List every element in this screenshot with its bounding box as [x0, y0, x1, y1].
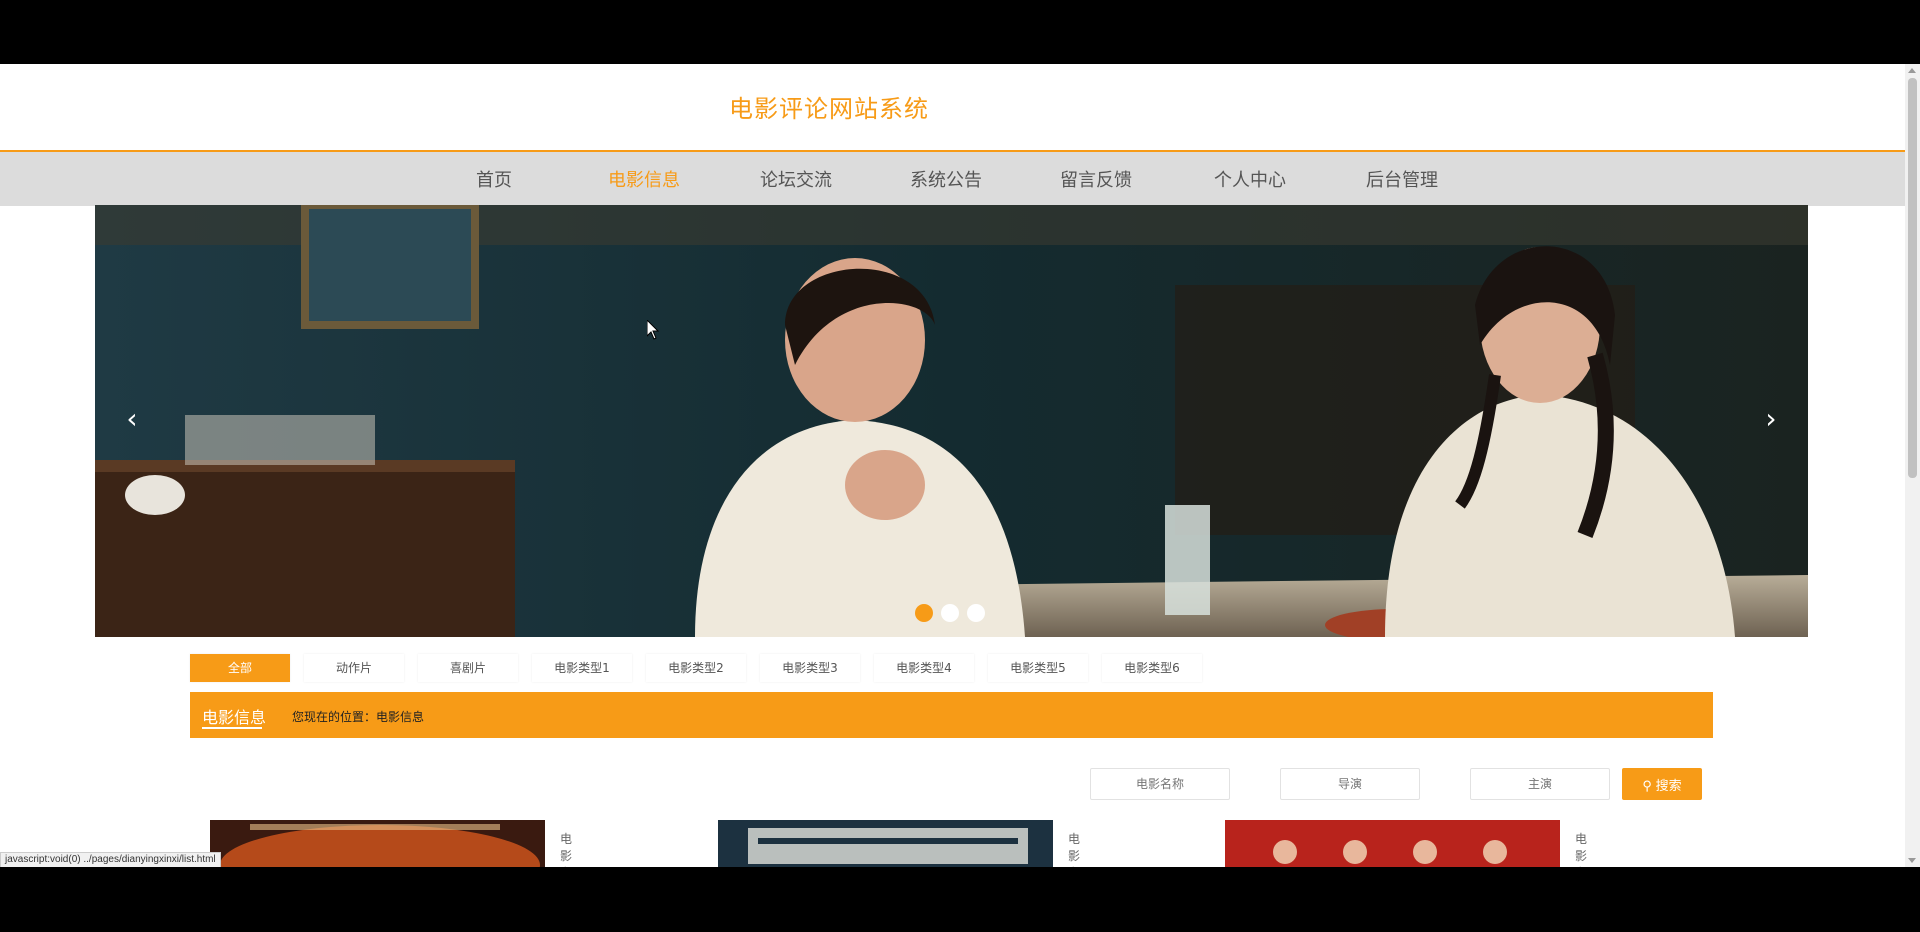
nav-home[interactable]: 首页	[476, 166, 512, 192]
movie-poster[interactable]	[1225, 820, 1560, 867]
nav-personal-center[interactable]: 个人中心	[1214, 166, 1286, 192]
banner-next-button[interactable]: ›	[1756, 401, 1786, 437]
banner-dot[interactable]	[941, 604, 959, 622]
breadcrumb-title: 电影信息	[202, 708, 267, 727]
site-title[interactable]: 电影评论网站系统	[729, 89, 929, 124]
banner-prev-button[interactable]: ‹	[117, 401, 147, 437]
poster-image	[718, 820, 1053, 867]
main-nav: 首页 电影信息 论坛交流 系统公告 留言反馈 个人中心 后台管理	[0, 150, 1905, 206]
nav-feedback[interactable]: 留言反馈	[1060, 166, 1132, 192]
search-button-label: 搜索	[1655, 777, 1682, 793]
scroll-up-icon[interactable]	[1908, 68, 1916, 73]
poster-image	[1225, 820, 1560, 867]
category-tab[interactable]: 电影类型3	[760, 654, 860, 682]
scrollbar-thumb[interactable]	[1908, 78, 1917, 478]
movie-name-search-input[interactable]	[1090, 768, 1230, 800]
browser-status-bar: javascript:void(0) ../pages/dianyingxinx…	[0, 852, 221, 867]
category-tab-all[interactable]: 全部	[190, 654, 290, 682]
search-button[interactable]: ⚲ 搜索	[1622, 768, 1702, 800]
scroll-down-icon[interactable]	[1908, 858, 1916, 863]
category-tab[interactable]: 电影类型1	[532, 654, 632, 682]
category-tab[interactable]: 动作片	[304, 654, 404, 682]
category-tab[interactable]: 电影类型2	[646, 654, 746, 682]
breadcrumb-location: 您现在的位置：电影信息	[292, 710, 425, 724]
chevron-right-icon: ›	[1765, 402, 1777, 435]
actor-search-input[interactable]	[1470, 768, 1610, 800]
category-tab[interactable]: 电影类型6	[1102, 654, 1202, 682]
category-tab[interactable]: 电影类型5	[988, 654, 1088, 682]
movie-name[interactable]: 电影名称2	[1068, 830, 1080, 867]
search-icon: ⚲	[1642, 777, 1652, 793]
mouse-cursor-icon	[647, 320, 660, 340]
movie-poster[interactable]	[210, 820, 545, 867]
breadcrumb: 电影信息 您现在的位置：电影信息	[190, 692, 1713, 738]
banner-dot[interactable]	[915, 604, 933, 622]
site-header: 电影评论网站系统	[0, 64, 1905, 150]
banner-pagination	[915, 604, 993, 622]
nav-movie-info[interactable]: 电影信息	[608, 166, 680, 192]
movie-name[interactable]: 电影名称1	[560, 830, 572, 867]
banner-image	[95, 205, 1808, 637]
banner-carousel[interactable]: ‹ ›	[95, 205, 1808, 637]
nav-announcements[interactable]: 系统公告	[910, 166, 982, 192]
category-tab[interactable]: 喜剧片	[418, 654, 518, 682]
category-tab[interactable]: 电影类型4	[874, 654, 974, 682]
director-search-input[interactable]	[1280, 768, 1420, 800]
banner-dot[interactable]	[967, 604, 985, 622]
nav-forum[interactable]: 论坛交流	[760, 166, 832, 192]
movie-poster[interactable]	[718, 820, 1053, 867]
nav-admin[interactable]: 后台管理	[1366, 166, 1438, 192]
chevron-left-icon: ‹	[126, 402, 138, 435]
poster-image	[210, 820, 545, 867]
browser-viewport: 电影评论网站系统 首页 电影信息 论坛交流 系统公告 留言反馈 个人中心 后台管…	[0, 64, 1920, 867]
breadcrumb-underline	[202, 727, 262, 729]
page-scrollbar[interactable]	[1905, 64, 1920, 867]
movie-name[interactable]: 电影名称3	[1575, 830, 1587, 867]
